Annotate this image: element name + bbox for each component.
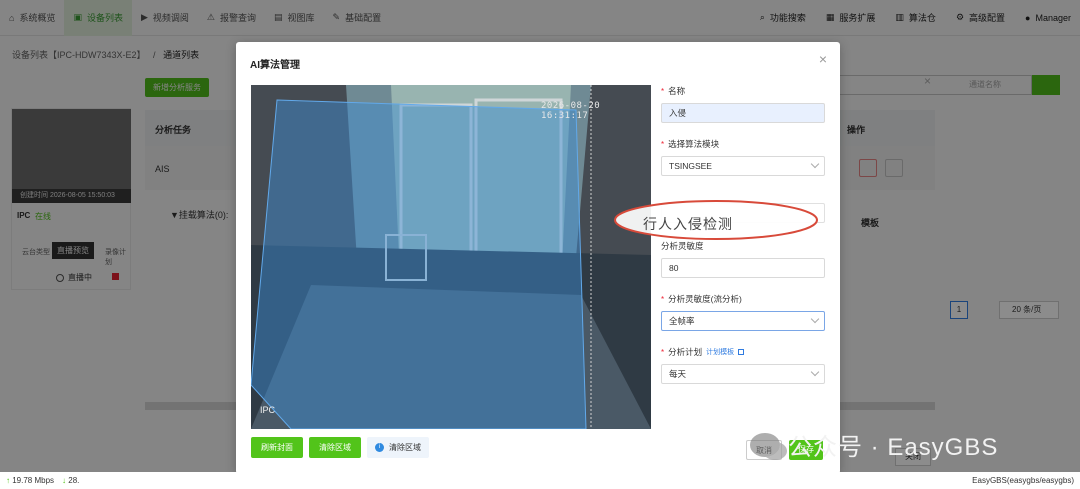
- close-icon[interactable]: ×: [924, 74, 931, 88]
- search-button[interactable]: [1032, 75, 1060, 95]
- module-select-value: TSINGSEE: [669, 161, 712, 171]
- status-bar: ↑ 19.78 Mbps ↓ 28. EasyGBS(easygbs/easyg…: [0, 472, 1080, 489]
- sensitivity-input[interactable]: 80: [661, 258, 825, 278]
- name-label: * 名称: [661, 86, 686, 96]
- external-link-icon[interactable]: [738, 349, 745, 355]
- camera-preview[interactable]: 2026-08-20 16:31:17 IPC: [251, 85, 651, 429]
- plan-label: * 分析计划 计划模板: [661, 346, 831, 358]
- flow-sensitivity-select[interactable]: 全帧率: [661, 311, 825, 331]
- page-1[interactable]: 1: [950, 301, 968, 319]
- page-size-select[interactable]: 20 条/页: [999, 301, 1059, 319]
- mount-toggle[interactable]: ▼挂载算法(0):: [170, 208, 228, 221]
- clear-area-button[interactable]: 清除区域: [309, 437, 361, 458]
- module-select[interactable]: TSINGSEE: [661, 156, 825, 176]
- download-rate: ↓ 28.: [62, 476, 80, 485]
- delete-button[interactable]: [859, 159, 877, 177]
- camera-scene: [251, 85, 651, 429]
- chevron-down-icon: [810, 159, 820, 169]
- callout-text: 行人入侵检测: [643, 216, 733, 232]
- video-timestamp: 2026-08-20 16:31:17: [541, 101, 601, 121]
- module-label: * 选择算法模块: [661, 139, 720, 149]
- preview-toolbar: 刷新封面 清除区域 i 清除区域: [251, 437, 429, 458]
- name-label-text: 名称: [668, 86, 686, 96]
- add-service-button[interactable]: 新增分析服务: [145, 78, 209, 97]
- flow-sensitivity-value: 全帧率: [669, 316, 695, 326]
- plan-template-link[interactable]: 计划模板: [706, 347, 734, 357]
- col-task-header: 分析任务: [155, 125, 192, 135]
- ai-algorithm-modal: AI算法管理 × 2026-08-20 16:31:17 IPC 刷新封面 清除…: [236, 42, 840, 474]
- plan-label-text: 分析计划: [668, 347, 703, 357]
- download-rate-value: 28.: [68, 476, 80, 485]
- flow-sensitivity-label: * 分析灵敏度(流分析): [661, 294, 742, 304]
- upload-rate-value: 19.78 Mbps: [12, 476, 55, 485]
- watermark-text: 公众号 · EasyGBS: [788, 434, 999, 461]
- watermark: 公众号 · EasyGBS: [750, 427, 998, 462]
- clear-area-hint-text: 清除区域: [389, 443, 421, 452]
- flow-sensitivity-label-text: 分析灵敏度(流分析): [668, 294, 742, 304]
- col-template-header: 模板: [861, 218, 880, 228]
- modal-title: AI算法管理: [250, 60, 300, 71]
- chevron-down-icon: [810, 367, 820, 377]
- task-cell: AIS: [155, 164, 170, 174]
- chevron-down-icon: [810, 314, 820, 324]
- status-user: EasyGBS(easygbs/easygbs): [972, 476, 1074, 485]
- plan-select-value: 每天: [669, 369, 687, 379]
- refresh-cover-button[interactable]: 刷新封面: [251, 437, 303, 458]
- close-icon[interactable]: ×: [816, 52, 830, 66]
- info-icon: i: [375, 443, 384, 452]
- col-action-header: 操作: [847, 125, 866, 135]
- plan-select[interactable]: 每天: [661, 364, 825, 384]
- camera-label: IPC: [260, 405, 276, 415]
- clear-area-hint: i 清除区域: [367, 437, 429, 458]
- module-label-text: 选择算法模块: [668, 139, 720, 149]
- info-button[interactable]: [885, 159, 903, 177]
- wechat-icon: [750, 432, 780, 457]
- name-input[interactable]: 入侵: [661, 103, 825, 123]
- upload-rate: ↑ 19.78 Mbps: [6, 476, 55, 485]
